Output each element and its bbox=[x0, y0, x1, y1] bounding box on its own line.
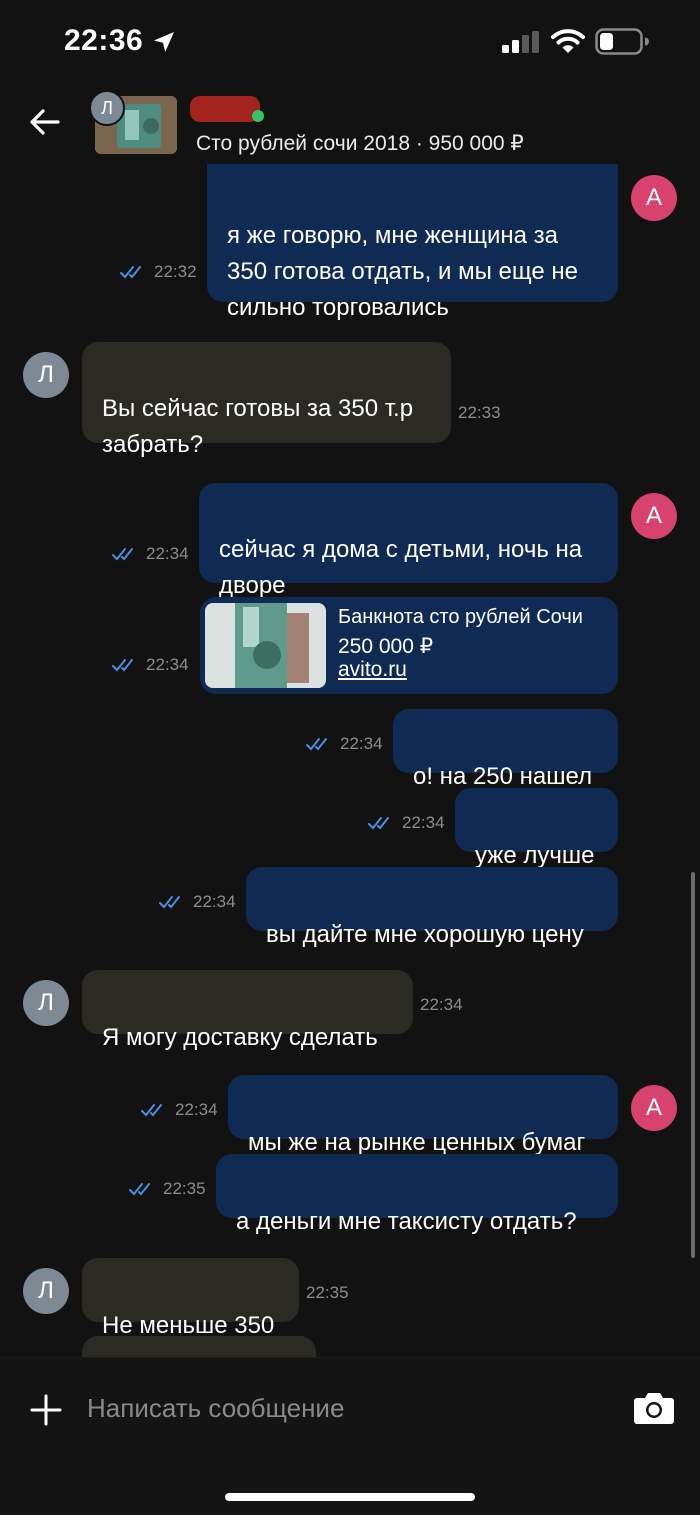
message-text: уже лучше bbox=[475, 842, 595, 869]
message-text: я же говорю, мне женщина за 350 готова о… bbox=[227, 222, 578, 321]
message-text: Вы сейчас готовы за 350 т.р забрать? bbox=[102, 395, 414, 458]
message-time: 22:32 bbox=[154, 262, 197, 281]
message-bubble-outgoing[interactable]: о! на 250 нашел bbox=[393, 709, 618, 790]
message-meta: 22:34 bbox=[368, 813, 445, 833]
message-time: 22:34 bbox=[420, 995, 463, 1014]
double-check-icon bbox=[129, 1183, 150, 1196]
double-check-icon bbox=[141, 1104, 162, 1117]
message-time: 22:35 bbox=[163, 1179, 206, 1198]
message-text: а деньги мне таксисту отдать? bbox=[236, 1208, 577, 1235]
message-meta: 22:35 bbox=[306, 1283, 349, 1303]
message-meta: 22:34 bbox=[112, 655, 189, 675]
message-text: Не меньше 350 bbox=[102, 1312, 275, 1339]
message-bubble-outgoing[interactable]: а деньги мне таксисту отдать? bbox=[216, 1154, 618, 1235]
message-bubble-incoming[interactable]: Я могу доставку сделать bbox=[82, 970, 413, 1051]
camera-icon[interactable] bbox=[633, 1389, 675, 1425]
message-meta: 22:34 bbox=[141, 1100, 218, 1120]
back-arrow-icon[interactable] bbox=[28, 105, 62, 139]
message-bubble-outgoing[interactable]: я же говорю, мне женщина за 350 готова о… bbox=[207, 164, 618, 321]
message-time: 22:34 bbox=[146, 655, 189, 674]
chat-scrollbar[interactable] bbox=[691, 872, 695, 1258]
message-meta: 22:35 bbox=[129, 1179, 206, 1199]
my-avatar: А bbox=[631, 1085, 677, 1131]
seller-avatar[interactable]: Л bbox=[89, 90, 125, 126]
message-meta: 22:34 bbox=[112, 544, 189, 564]
my-avatar: А bbox=[631, 175, 677, 221]
online-status-dot bbox=[252, 110, 264, 122]
location-arrow-icon bbox=[154, 32, 174, 52]
message-text: вы дайте мне хорошую цену bbox=[266, 921, 584, 948]
message-bubble-outgoing[interactable]: мы же на рынке ценных бумаг bbox=[228, 1075, 618, 1156]
listing-subtitle[interactable]: Сто рублей сочи 2018 · 950 000 ₽ bbox=[196, 131, 524, 156]
message-input[interactable]: Написать сообщение bbox=[87, 1393, 344, 1424]
message-bubble-outgoing[interactable]: уже лучше bbox=[455, 788, 618, 869]
message-time: 22:33 bbox=[458, 403, 501, 422]
double-check-icon bbox=[159, 896, 180, 909]
wifi-icon bbox=[551, 29, 585, 53]
message-time: 22:34 bbox=[340, 734, 383, 753]
link-preview-title: Банкнота сто рублей Сочи bbox=[338, 606, 583, 628]
link-preview-url[interactable]: avito.ru bbox=[338, 658, 407, 682]
battery-icon bbox=[595, 28, 649, 55]
link-preview-thumbnail[interactable] bbox=[205, 603, 326, 688]
double-check-icon bbox=[112, 659, 133, 672]
seller-avatar: Л bbox=[23, 980, 69, 1026]
message-bubble-incoming[interactable]: Вы сейчас готовы за 350 т.р забрать? bbox=[82, 342, 451, 458]
message-text: сейчас я дома с детьми, ночь на дворе bbox=[219, 536, 583, 599]
double-check-icon bbox=[120, 266, 141, 279]
message-time: 22:35 bbox=[306, 1283, 349, 1302]
message-bubble-outgoing[interactable]: вы дайте мне хорошую цену bbox=[246, 867, 618, 948]
message-meta: 22:32 bbox=[120, 262, 197, 282]
message-time: 22:34 bbox=[193, 892, 236, 911]
cellular-signal-icon bbox=[502, 31, 539, 53]
message-text: о! на 250 нашел bbox=[413, 763, 593, 790]
message-text: Я могу доставку сделать bbox=[102, 1024, 378, 1051]
attach-plus-icon[interactable] bbox=[30, 1394, 62, 1426]
double-check-icon bbox=[112, 548, 133, 561]
status-time: 22:36 bbox=[64, 24, 144, 57]
message-text: мы же на рынке ценных бумаг bbox=[248, 1129, 586, 1156]
redacted-seller-name bbox=[190, 96, 260, 122]
message-time: 22:34 bbox=[402, 813, 445, 832]
banknote-photo-icon bbox=[205, 603, 326, 688]
message-meta: 22:34 bbox=[159, 892, 236, 912]
message-meta: 22:34 bbox=[420, 995, 463, 1015]
double-check-icon bbox=[306, 738, 327, 751]
link-preview-price: 250 000 ₽ bbox=[338, 635, 434, 658]
message-time: 22:34 bbox=[175, 1100, 218, 1119]
seller-avatar: Л bbox=[23, 352, 69, 398]
message-time: 22:34 bbox=[146, 544, 189, 563]
message-bubble-outgoing[interactable]: сейчас я дома с детьми, ночь на дворе bbox=[199, 483, 618, 599]
message-meta: 22:34 bbox=[306, 734, 383, 754]
message-bubble-incoming[interactable]: Не меньше 350 bbox=[82, 1258, 299, 1339]
my-avatar: А bbox=[631, 493, 677, 539]
home-indicator[interactable] bbox=[225, 1493, 475, 1501]
message-meta: 22:33 bbox=[458, 403, 501, 423]
message-input-bar bbox=[0, 1357, 700, 1515]
seller-avatar: Л bbox=[23, 1268, 69, 1314]
double-check-icon bbox=[368, 817, 389, 830]
